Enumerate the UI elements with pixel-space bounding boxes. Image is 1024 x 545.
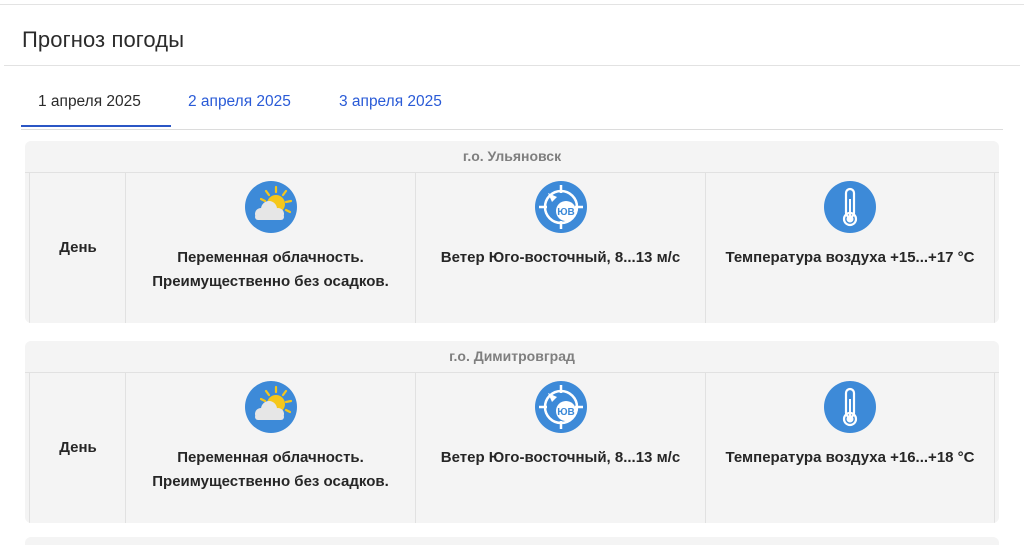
period-label: День [59,239,97,256]
tab-april-3[interactable]: 3 апреля 2025 [322,85,474,127]
period-cell: День [29,373,126,523]
temperature-text: Температура воздуха +15...+17 °С [725,249,975,266]
wind-direction-icon: ЮВ [534,381,587,433]
city-card-dimitrovgrad: г.о. Димитровград День Переменная облачн… [25,341,999,523]
next-city-card-edge [25,537,999,545]
sky-cell: Переменная облачность. Преимущественно б… [125,173,415,323]
thermometer-icon [824,381,876,433]
weather-forecast-panel: Прогноз погоды 1 апреля 2025 2 апреля 20… [4,5,1020,545]
temperature-cell: Температура воздуха +15...+17 °С [705,173,995,323]
sky-cell: Переменная облачность. Преимущественно б… [125,373,415,523]
partly-cloudy-icon [244,181,297,233]
wind-text: Ветер Юго-восточный, 8...13 м/с [440,249,681,266]
wind-badge: ЮВ [557,207,575,218]
title-divider [4,65,1020,66]
period-label: День [59,439,97,456]
date-tabs: 1 апреля 2025 2 апреля 2025 3 апреля 202… [21,85,1003,130]
sky-text: Переменная облачность. Преимущественно б… [152,449,389,490]
city-card-ulyanovsk: г.о. Ульяновск День Переменная облачност… [25,141,999,323]
period-cell: День [29,173,126,323]
city-name: г.о. Димитровград [25,341,999,373]
wind-cell: ЮВ Ветер Юго-восточный, 8...13 м/с [415,373,705,523]
temperature-cell: Температура воздуха +16...+18 °С [705,373,995,523]
city-name: г.о. Ульяновск [25,141,999,173]
partly-cloudy-icon [244,381,297,433]
panel-title: Прогноз погоды [22,27,185,52]
thermometer-icon [824,181,876,233]
wind-text: Ветер Юго-восточный, 8...13 м/с [440,449,681,466]
temperature-text: Температура воздуха +16...+18 °С [725,449,975,466]
wind-cell: ЮВ Ветер Юго-восточный, 8...13 м/с [415,173,705,323]
tab-april-1[interactable]: 1 апреля 2025 [21,85,171,127]
wind-direction-icon: ЮВ [534,181,587,233]
tab-april-2[interactable]: 2 апреля 2025 [171,85,322,127]
wind-badge: ЮВ [557,407,575,418]
sky-text: Переменная облачность. Преимущественно б… [152,249,389,290]
